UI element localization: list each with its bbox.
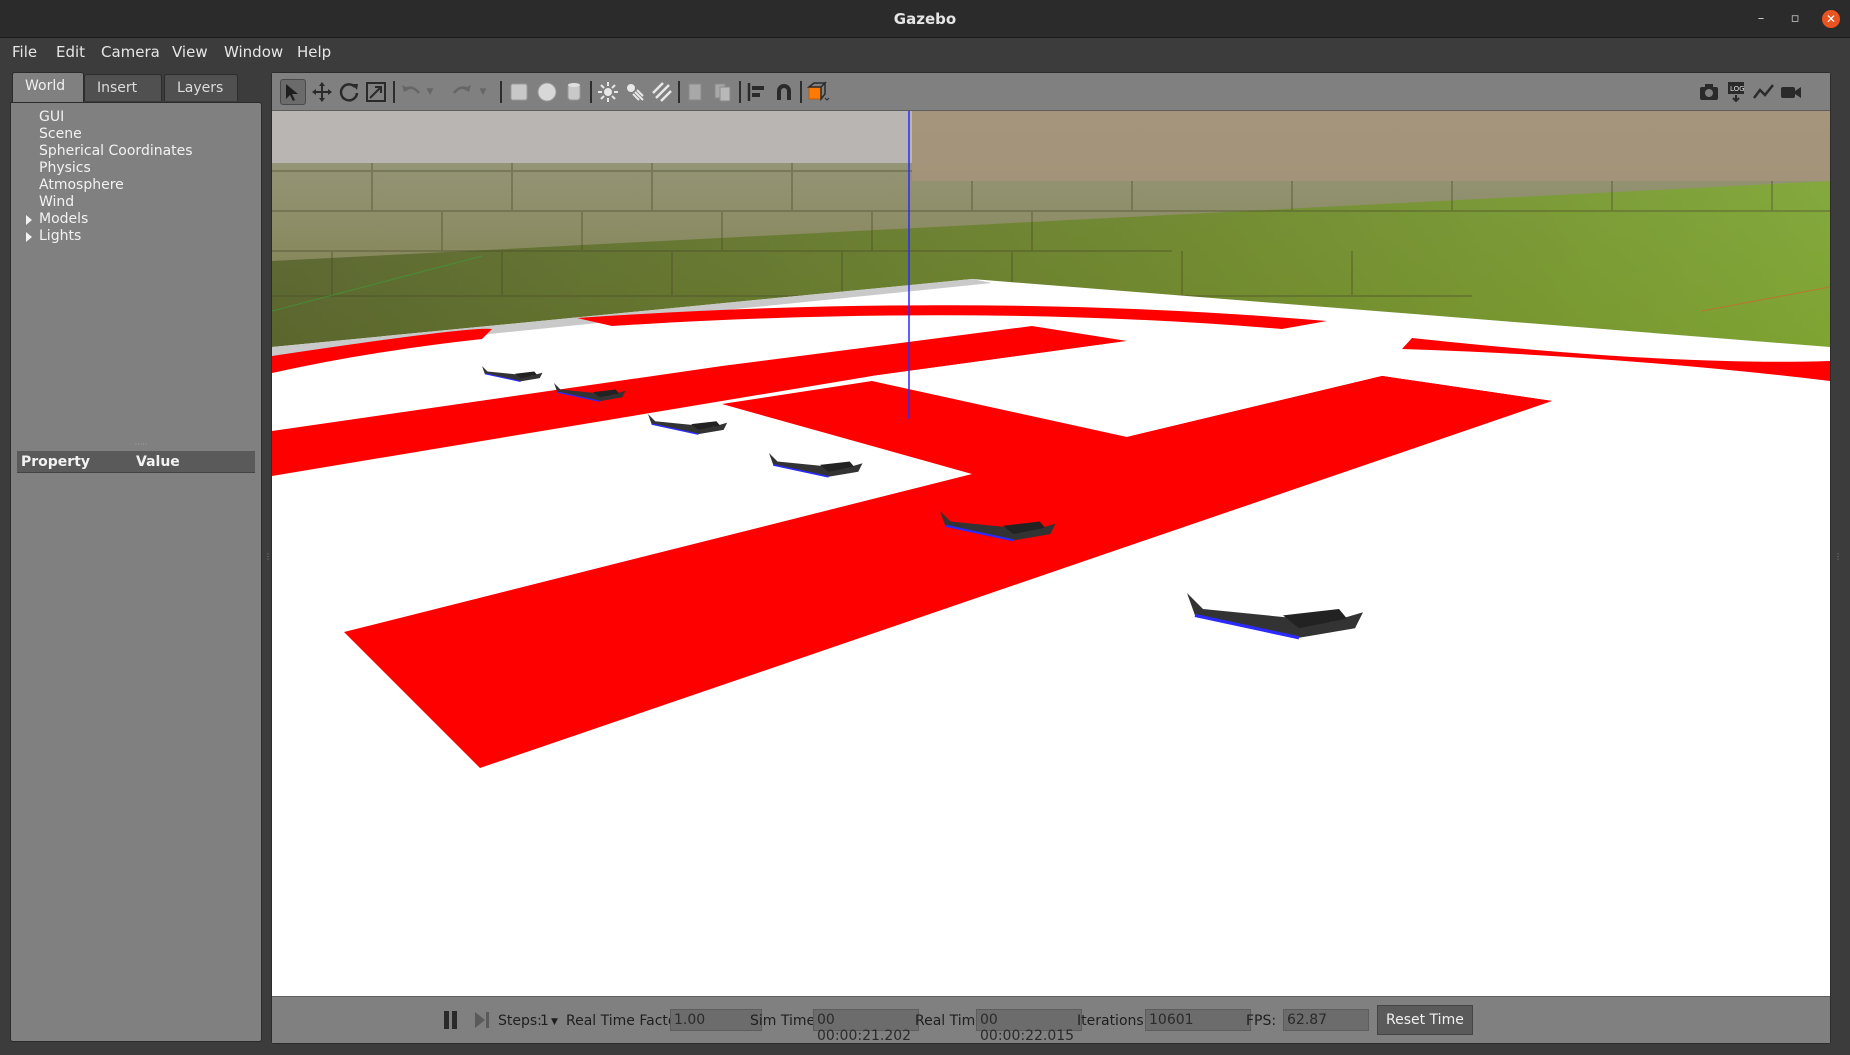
- plot-icon[interactable]: [1751, 79, 1777, 105]
- svg-text:LOG: LOG: [1730, 85, 1745, 93]
- point-light-icon[interactable]: [595, 79, 621, 105]
- tab-insert[interactable]: Insert: [84, 74, 162, 101]
- scene-render: [272, 111, 1830, 996]
- fps-label: FPS:: [1246, 1013, 1277, 1029]
- window-title: Gazebo: [893, 10, 957, 28]
- real-time-factor-label: Real Time Factor:: [566, 1013, 687, 1029]
- steps-dropdown-icon[interactable]: ▼: [551, 1017, 558, 1027]
- tree-item-wind[interactable]: Wind: [39, 194, 74, 210]
- rotate-mode-icon[interactable]: [336, 79, 362, 105]
- menu-help[interactable]: Help: [297, 43, 331, 61]
- toolbar-separator: [800, 81, 802, 103]
- sphere-shape-icon[interactable]: [534, 79, 560, 105]
- tree-item-spherical-coordinates[interactable]: Spherical Coordinates: [39, 143, 193, 159]
- simulation-status-bar: Steps: 1 ▼ Real Time Factor: 1.00 Sim Ti…: [272, 996, 1830, 1044]
- redo-icon[interactable]: [449, 79, 475, 105]
- view-angle-icon[interactable]: [805, 79, 831, 105]
- iterations-field: 10601: [1145, 1009, 1251, 1031]
- tree-item-scene[interactable]: Scene: [39, 126, 82, 142]
- wall-top-band: [912, 111, 1830, 181]
- menu-bar: File Edit Camera View Window Help: [0, 38, 1850, 66]
- steps-value[interactable]: 1: [540, 1013, 549, 1029]
- menu-view[interactable]: View: [172, 43, 208, 61]
- redo-dropdown-icon[interactable]: ▼: [477, 79, 489, 105]
- snap-magnet-icon[interactable]: [771, 79, 797, 105]
- sim-time-field: 00 00:00:21.202: [813, 1009, 919, 1044]
- toolbar-separator: [590, 81, 592, 103]
- menu-file[interactable]: File: [12, 43, 37, 61]
- render-frame: ▼ ▼ LOG Steps: 1 ▼ Real Time Factor: 1.0…: [271, 72, 1831, 1044]
- panel-splitter[interactable]: ·····: [131, 441, 151, 449]
- expand-arrow-icon[interactable]: [26, 215, 32, 225]
- panel-tabs: World Insert Layers: [10, 72, 262, 102]
- steps-label: Steps:: [498, 1013, 542, 1029]
- paste-icon[interactable]: [710, 79, 736, 105]
- expand-arrow-icon[interactable]: [26, 232, 32, 242]
- scene-viewport[interactable]: [272, 111, 1830, 996]
- property-column-label: Property: [21, 454, 91, 470]
- left-panel-resize-handle[interactable]: ⋮: [264, 552, 272, 570]
- tree-item-atmosphere[interactable]: Atmosphere: [39, 177, 124, 193]
- toolbar-separator: [393, 81, 395, 103]
- world-tree-panel: GUI Scene Spherical Coordinates Physics …: [10, 102, 262, 1042]
- scale-mode-icon[interactable]: [363, 79, 389, 105]
- menu-camera[interactable]: Camera: [101, 43, 160, 61]
- box-shape-icon[interactable]: [506, 79, 532, 105]
- undo-icon[interactable]: [398, 79, 424, 105]
- menu-window[interactable]: Window: [224, 43, 283, 61]
- toolbar-separator: [500, 81, 502, 103]
- real-time-factor-field: 1.00: [670, 1009, 762, 1031]
- minimize-icon[interactable]: –: [1752, 10, 1770, 28]
- tab-world[interactable]: World: [12, 72, 84, 102]
- real-time-field: 00 00:00:22.015: [976, 1009, 1082, 1044]
- cylinder-shape-icon[interactable]: [561, 79, 587, 105]
- value-column-label: Value: [136, 454, 180, 470]
- reset-time-button[interactable]: Reset Time: [1377, 1005, 1473, 1035]
- select-mode-icon[interactable]: [280, 79, 306, 105]
- tree-item-physics[interactable]: Physics: [39, 160, 91, 176]
- step-forward-icon[interactable]: [474, 1011, 490, 1029]
- sim-time-label: Sim Time:: [750, 1013, 820, 1029]
- screenshot-camera-icon[interactable]: [1696, 79, 1722, 105]
- translate-mode-icon[interactable]: [309, 79, 335, 105]
- fps-field: 62.87: [1283, 1009, 1369, 1031]
- tree-item-models[interactable]: Models: [39, 211, 88, 227]
- tree-item-lights[interactable]: Lights: [39, 228, 81, 244]
- log-icon[interactable]: LOG: [1723, 79, 1749, 105]
- pause-icon[interactable]: [444, 1011, 458, 1029]
- iterations-label: Iterations:: [1077, 1013, 1149, 1029]
- copy-icon[interactable]: [683, 79, 709, 105]
- gazebo-window: Gazebo – ▫ ✕ File Edit Camera View Windo…: [0, 0, 1850, 1055]
- right-panel-resize-handle[interactable]: ⋮: [1834, 552, 1842, 570]
- menu-edit[interactable]: Edit: [56, 43, 85, 61]
- video-record-icon[interactable]: [1778, 79, 1804, 105]
- toolbar-separator: [678, 81, 680, 103]
- left-panel: World Insert Layers GUI Scene Spherical …: [10, 72, 262, 1044]
- spot-light-icon[interactable]: [622, 79, 648, 105]
- align-icon[interactable]: [744, 79, 770, 105]
- wall-top-band: [272, 111, 912, 163]
- tree-item-gui[interactable]: GUI: [39, 109, 64, 125]
- title-bar: Gazebo – ▫ ✕: [0, 0, 1850, 38]
- maximize-icon[interactable]: ▫: [1786, 10, 1804, 28]
- tab-layers[interactable]: Layers: [164, 74, 238, 101]
- toolbar: ▼ ▼ LOG: [272, 73, 1830, 111]
- close-icon[interactable]: ✕: [1822, 10, 1840, 28]
- undo-dropdown-icon[interactable]: ▼: [424, 79, 436, 105]
- toolbar-separator: [739, 81, 741, 103]
- property-table-header: Property Value: [17, 451, 255, 473]
- directional-light-icon[interactable]: [649, 79, 675, 105]
